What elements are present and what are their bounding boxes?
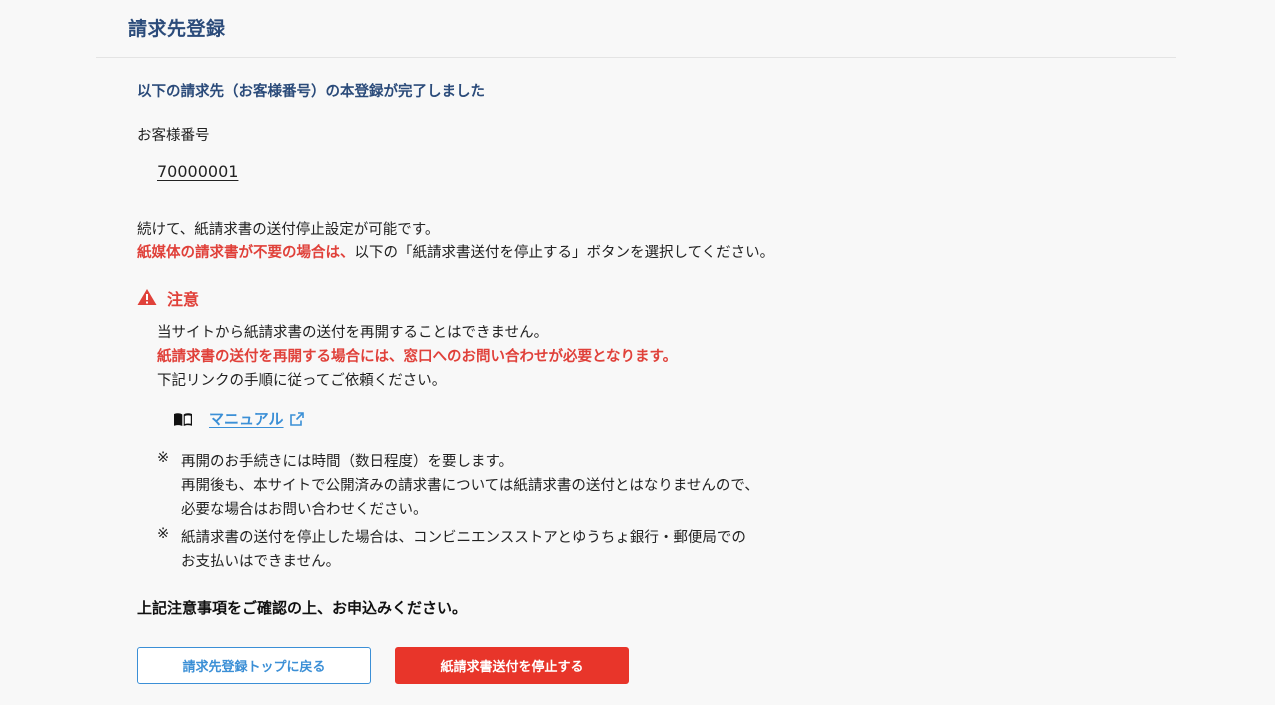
stop-instruction: 紙媒体の請求書が不要の場合は、以下の「紙請求書送付を停止する」ボタンを選択してく… xyxy=(137,241,774,262)
note-1-line-3: 必要な場合はお問い合わせください。 xyxy=(181,502,428,518)
note-2-line-2: お支払いはできません。 xyxy=(181,554,341,570)
note-mark-1: ※ xyxy=(157,450,170,466)
page-title: 請求先登録 xyxy=(128,18,226,40)
external-link-icon[interactable] xyxy=(289,411,305,427)
book-icon xyxy=(174,413,192,426)
notice-title: 注意 xyxy=(167,290,200,309)
stop-instruction-text: 以下の「紙請求書送付を停止する」ボタンを選択してください。 xyxy=(354,245,775,261)
note-1-line-2: 再開後も、本サイトで公開済みの請求書については紙請求書の送付とはなりませんので、 xyxy=(181,478,759,494)
warning-triangle-icon xyxy=(137,289,157,305)
customer-number-value: 70000001 xyxy=(157,162,239,181)
page: 請求先登録 以下の請求先（お客様番号）の本登録が完了しました お客様番号 700… xyxy=(0,0,1275,705)
back-to-top-button[interactable]: 請求先登録トップに戻る xyxy=(137,647,371,684)
stop-paper-invoice-button[interactable]: 紙請求書送付を停止する xyxy=(395,647,629,684)
note-mark-2: ※ xyxy=(157,526,170,542)
customer-number-label: お客様番号 xyxy=(137,128,210,144)
note-2-line-1: 紙請求書の送付を停止した場合は、コンビニエンスストアとゆうちょ銀行・郵便局での xyxy=(181,530,746,546)
stop-instruction-emphasis: 紙媒体の請求書が不要の場合は、 xyxy=(137,245,355,261)
notice-line-3: 下記リンクの手順に従ってご依頼ください。 xyxy=(157,373,447,389)
confirm-text: 上記注意事項をご確認の上、お申込みください。 xyxy=(137,599,468,617)
manual-link[interactable]: マニュアル xyxy=(209,408,284,429)
note-1-line-1: 再開のお手続きには時間（数日程度）を要します。 xyxy=(181,454,514,470)
stop-setting-info: 続けて、紙請求書の送付停止設定が可能です。 xyxy=(137,222,440,238)
notice-line-2: 紙請求書の送付を再開する場合には、窓口へのお問い合わせが必要となります。 xyxy=(157,349,678,365)
completion-heading: 以下の請求先（お客様番号）の本登録が完了しました xyxy=(137,84,485,100)
notice-line-1: 当サイトから紙請求書の送付を再開することはできません。 xyxy=(157,325,549,341)
page-header: 請求先登録 xyxy=(96,0,1176,58)
